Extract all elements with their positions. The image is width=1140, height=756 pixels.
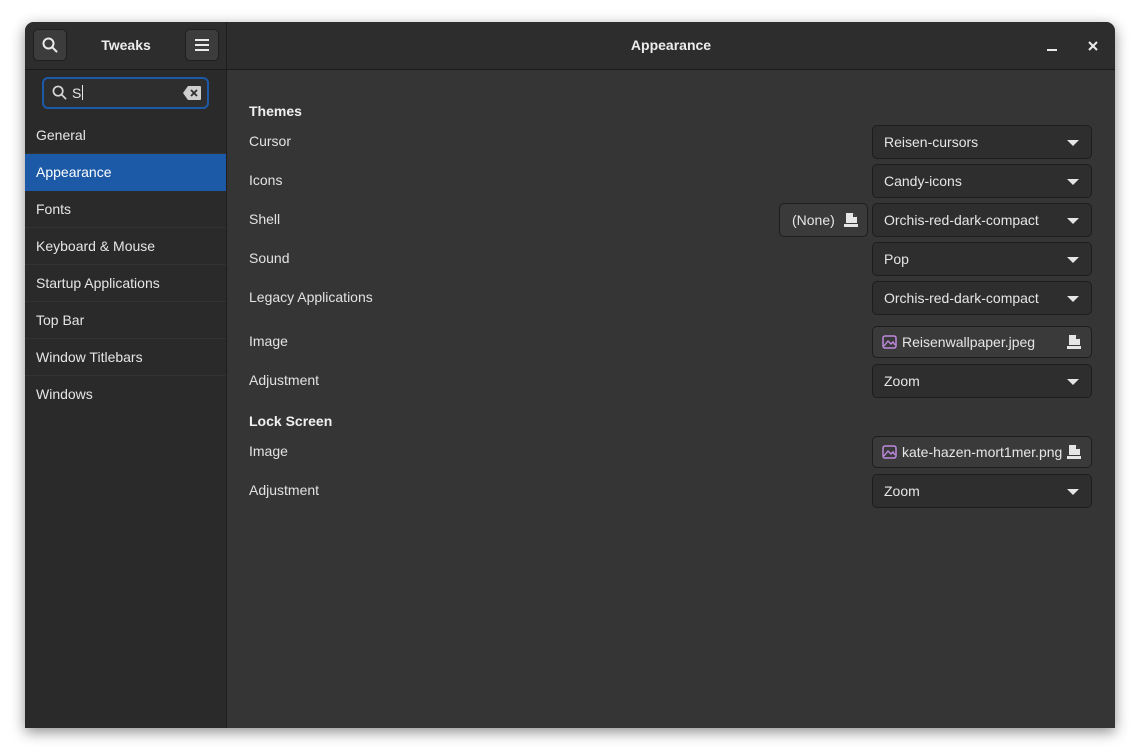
lockscreen-image-button[interactable]: kate-hazen-mort1mer.png — [872, 436, 1092, 468]
background-image-button[interactable]: Reisenwallpaper.jpeg — [872, 326, 1092, 358]
icons-value: Candy-icons — [884, 173, 962, 189]
sidebar-item-appearance[interactable]: Appearance — [25, 154, 226, 191]
search-toggle-button[interactable] — [33, 29, 67, 61]
lockscreen-image-label: Image — [249, 443, 288, 459]
dropdown-arrow-icon — [1067, 379, 1079, 385]
legacy-applications-dropdown[interactable]: Orchis-red-dark-compact — [872, 281, 1092, 315]
sound-label: Sound — [249, 250, 290, 266]
document-open-icon — [844, 213, 858, 227]
legacy-applications-label: Legacy Applications — [249, 289, 373, 305]
search-icon — [42, 37, 58, 53]
shell-value: Orchis-red-dark-compact — [884, 212, 1039, 228]
sidebar-item-windows[interactable]: Windows — [25, 376, 226, 413]
cursor-value: Reisen-cursors — [884, 134, 979, 150]
sidebar-header: Tweaks — [25, 22, 226, 70]
image-file-icon — [882, 445, 897, 459]
shell-file-value: (None) — [792, 212, 835, 228]
text-caret — [82, 85, 84, 100]
lockscreen-adjustment-label: Adjustment — [249, 482, 320, 498]
background-adjustment-dropdown[interactable]: Zoom — [872, 364, 1092, 398]
cursor-label: Cursor — [249, 133, 292, 149]
sidebar-item-top-bar[interactable]: Top Bar — [25, 302, 226, 339]
document-open-icon — [1067, 445, 1081, 459]
main-menu-button[interactable] — [185, 29, 219, 61]
search-input[interactable]: S — [42, 77, 209, 109]
dropdown-arrow-icon — [1067, 179, 1079, 185]
search-query: S — [72, 85, 82, 101]
sidebar-list: General Appearance Fonts Keyboard & Mous… — [25, 117, 226, 413]
app-title: Tweaks — [101, 37, 151, 53]
close-button[interactable] — [1082, 35, 1104, 57]
section-title-lock-screen: Lock Screen — [249, 413, 333, 429]
background-adjustment-label: Adjustment — [249, 372, 320, 388]
background-adjustment-value: Zoom — [884, 373, 920, 389]
background-image-label: Image — [249, 333, 288, 349]
page-title: Appearance — [630, 37, 712, 53]
dropdown-arrow-icon — [1067, 140, 1079, 146]
dropdown-arrow-icon — [1067, 296, 1079, 302]
lockscreen-image-filename: kate-hazen-mort1mer.png — [902, 444, 1063, 460]
document-open-icon — [1067, 335, 1081, 349]
image-file-icon — [882, 335, 897, 349]
sound-value: Pop — [884, 251, 909, 267]
clear-search-icon[interactable] — [183, 86, 201, 100]
sidebar-item-window-titlebars[interactable]: Window Titlebars — [25, 339, 226, 376]
dropdown-arrow-icon — [1067, 489, 1079, 495]
lockscreen-adjustment-dropdown[interactable]: Zoom — [872, 474, 1092, 508]
tweaks-window: Tweaks S General Appearance Fonts Keyboa… — [25, 22, 1115, 728]
sidebar-item-fonts[interactable]: Fonts — [25, 191, 226, 228]
shell-dropdown[interactable]: Orchis-red-dark-compact — [872, 203, 1092, 237]
shell-file-button[interactable]: (None) — [779, 203, 868, 237]
sidebar-item-keyboard-mouse[interactable]: Keyboard & Mouse — [25, 228, 226, 265]
hamburger-menu-icon — [195, 39, 209, 51]
sidebar-item-startup-applications[interactable]: Startup Applications — [25, 265, 226, 302]
search-icon — [52, 85, 67, 100]
icons-dropdown[interactable]: Candy-icons — [872, 164, 1092, 198]
icons-label: Icons — [249, 172, 283, 188]
sidebar: Tweaks S General Appearance Fonts Keyboa… — [25, 22, 227, 728]
legacy-applications-value: Orchis-red-dark-compact — [884, 290, 1039, 306]
section-title-themes: Themes — [249, 103, 302, 119]
cursor-dropdown[interactable]: Reisen-cursors — [872, 125, 1092, 159]
background-image-filename: Reisenwallpaper.jpeg — [902, 334, 1036, 350]
sound-dropdown[interactable]: Pop — [872, 242, 1092, 276]
main-header: Appearance — [227, 22, 1115, 70]
sidebar-item-general[interactable]: General — [25, 117, 226, 154]
minimize-button[interactable] — [1041, 35, 1063, 57]
minimize-icon — [1047, 49, 1057, 51]
dropdown-arrow-icon — [1067, 218, 1079, 224]
shell-label: Shell — [249, 211, 281, 227]
lockscreen-adjustment-value: Zoom — [884, 483, 920, 499]
close-icon — [1088, 41, 1098, 51]
dropdown-arrow-icon — [1067, 257, 1079, 263]
